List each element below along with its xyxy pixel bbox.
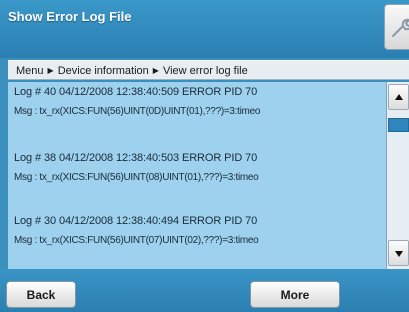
back-button[interactable]: Back (6, 281, 76, 308)
log-entry: Log # 30 04/12/2008 12:38:40:494 ERROR P… (14, 215, 386, 246)
error-log-list[interactable]: Log # 40 04/12/2008 12:38:40:509 ERROR P… (8, 82, 386, 269)
log-entry-header: Log # 38 04/12/2008 12:38:40:503 ERROR P… (14, 152, 258, 164)
more-button[interactable]: More (250, 281, 340, 308)
log-entry-header: Log # 40 04/12/2008 12:38:40:509 ERROR P… (14, 86, 258, 98)
bottom-bar: Back More (0, 269, 409, 312)
log-entry-message: Msg : tx_rx(XICS:FUN(56)UINT(08)UINT(01)… (14, 172, 259, 183)
scroll-thumb[interactable] (388, 118, 409, 132)
breadcrumb-item-view-error-log: View error log file (162, 65, 248, 77)
log-entry: Log # 40 04/12/2008 12:38:40:509 ERROR P… (14, 86, 386, 117)
breadcrumb-item-device-information[interactable]: Device information (58, 65, 149, 77)
breadcrumb-item-menu[interactable]: Menu (16, 65, 44, 77)
scrollbar[interactable] (386, 82, 409, 269)
log-entry-message: Msg : tx_rx(XICS:FUN(56)UINT(0D)UINT(01)… (14, 106, 261, 117)
breadcrumb: Menu ▶ Device information ▶ View error log f… (8, 60, 409, 80)
wrench-icon (392, 18, 409, 37)
log-entry-header: Log # 30 04/12/2008 12:38:40:494 ERROR P… (14, 215, 258, 227)
title-bar: Show Error Log File (0, 0, 409, 58)
scroll-up-arrow-icon[interactable] (388, 84, 409, 110)
log-entry-message: Msg : tx_rx(XICS:FUN(56)UINT(07)UINT(02)… (14, 235, 259, 246)
tool-button[interactable] (384, 4, 409, 50)
scroll-down-arrow-icon[interactable] (388, 240, 409, 266)
log-entry: Log # 38 04/12/2008 12:38:40:503 ERROR P… (14, 152, 386, 183)
breadcrumb-separator-icon: ▶ (152, 66, 159, 75)
window-title: Show Error Log File (8, 9, 132, 24)
breadcrumb-separator-icon: ▶ (47, 66, 54, 75)
